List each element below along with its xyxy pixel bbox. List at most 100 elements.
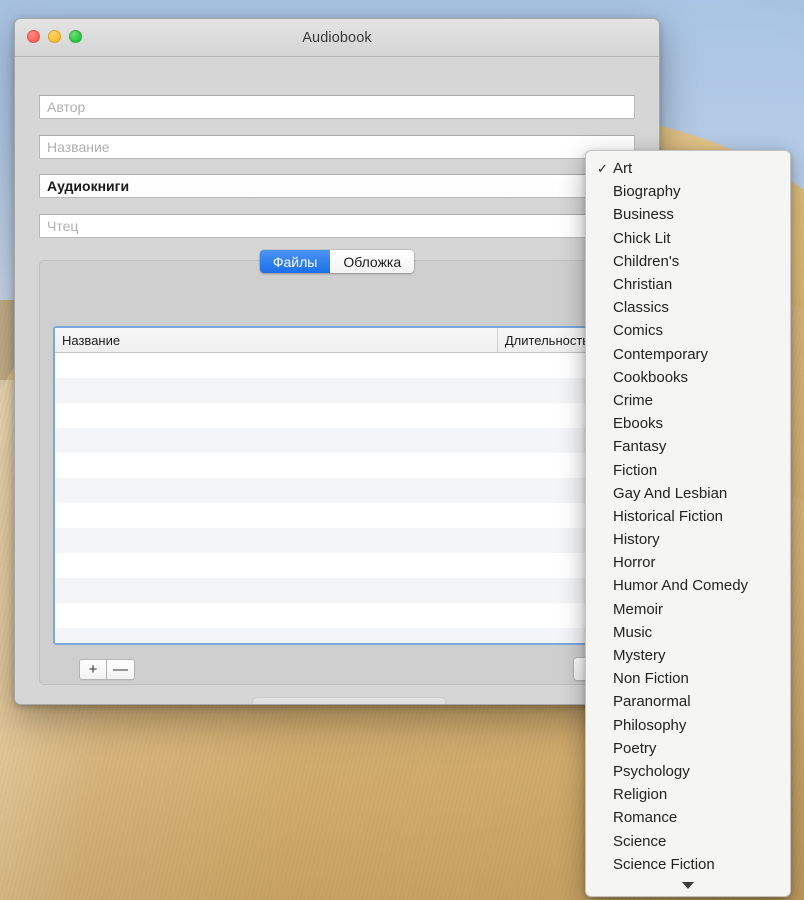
dropdown-item-label: Christian — [613, 276, 673, 294]
dropdown-item[interactable]: Horror — [586, 551, 790, 574]
table-row[interactable] — [55, 578, 619, 603]
genre-value: Аудиокниги — [47, 178, 130, 194]
dropdown-item-label: Cookbooks — [613, 368, 689, 386]
window-title: Audiobook — [302, 29, 372, 46]
dropdown-item[interactable]: Science — [586, 829, 790, 852]
zoom-button[interactable] — [69, 30, 82, 43]
dropdown-scroll-down[interactable] — [586, 876, 790, 894]
dropdown-item-label: Children's — [613, 252, 680, 270]
convert-button[interactable]: Конвертировать — [252, 697, 446, 704]
dropdown-item[interactable]: Contemporary — [586, 343, 790, 366]
dropdown-item[interactable]: ✓ Art — [586, 157, 790, 180]
dropdown-item[interactable]: Chick Lit — [586, 227, 790, 250]
table-action-buttons: + — — [79, 659, 135, 680]
dropdown-item-label: Gay And Lesbian — [613, 484, 728, 502]
dropdown-item-label: Philosophy — [613, 716, 687, 734]
dropdown-item[interactable]: Gay And Lesbian — [586, 482, 790, 505]
minimize-button[interactable] — [48, 30, 61, 43]
dropdown-item[interactable]: Ebooks — [586, 412, 790, 435]
dropdown-item[interactable]: Music — [586, 621, 790, 644]
dropdown-item-label: Art — [613, 160, 633, 178]
table-row[interactable] — [55, 478, 619, 503]
table-row[interactable] — [55, 428, 619, 453]
dropdown-item[interactable]: Children's — [586, 250, 790, 273]
dropdown-item[interactable]: Poetry — [586, 737, 790, 760]
desktop: Audiobook Автор Название Аудиокниги Чтец… — [0, 0, 804, 900]
dropdown-item-label: History — [613, 531, 660, 549]
dropdown-item[interactable]: Science Fiction — [586, 853, 790, 876]
title-bar: Audiobook — [15, 19, 659, 57]
files-table[interactable]: Название Длительность — [53, 326, 621, 645]
tab-bar: Файлы Обложка — [15, 250, 659, 273]
dropdown-item-label: Ebooks — [613, 415, 664, 433]
genre-dropdown-menu[interactable]: ✓ Art Biography Business Chick Lit Children's… — [585, 150, 791, 897]
dropdown-item[interactable]: Romance — [586, 806, 790, 829]
dropdown-item-label: Paranormal — [613, 693, 691, 711]
title-placeholder: Название — [47, 139, 110, 155]
dropdown-item[interactable]: Business — [586, 203, 790, 226]
app-window: Audiobook Автор Название Аудиокниги Чтец… — [14, 18, 660, 705]
dropdown-item[interactable]: Fiction — [586, 458, 790, 481]
dropdown-item[interactable]: Mystery — [586, 644, 790, 667]
table-row[interactable] — [55, 628, 619, 643]
close-button[interactable] — [27, 30, 40, 43]
dropdown-item-label: Mystery — [613, 647, 666, 665]
author-field[interactable]: Автор — [39, 95, 635, 119]
table-row[interactable] — [55, 403, 619, 428]
dropdown-item-label: Biography — [613, 183, 681, 201]
tab-cover[interactable]: Обложка — [330, 250, 415, 273]
dropdown-item-label: Crime — [613, 391, 653, 409]
table-row[interactable] — [55, 453, 619, 478]
dropdown-item-label: Science Fiction — [613, 855, 715, 873]
narrator-field[interactable]: Чтец — [39, 214, 635, 238]
dropdown-item-label: Science — [613, 832, 667, 850]
dropdown-item-label: Religion — [613, 786, 668, 804]
remove-file-button[interactable]: — — [107, 659, 135, 680]
dropdown-item-label: Music — [613, 623, 653, 641]
dropdown-item[interactable]: Crime — [586, 389, 790, 412]
dropdown-item[interactable]: Historical Fiction — [586, 505, 790, 528]
table-header-row: Название Длительность — [55, 328, 619, 353]
dropdown-item-label: Comics — [613, 322, 664, 340]
table-row[interactable] — [55, 353, 619, 378]
dropdown-item-label: Non Fiction — [613, 670, 689, 688]
dropdown-item[interactable]: Religion — [586, 783, 790, 806]
dropdown-item[interactable]: Memoir — [586, 598, 790, 621]
dropdown-item[interactable]: Christian — [586, 273, 790, 296]
checkmark-icon: ✓ — [597, 160, 608, 176]
narrator-placeholder: Чтец — [47, 218, 79, 234]
table-row[interactable] — [55, 553, 619, 578]
dropdown-item[interactable]: Biography — [586, 180, 790, 203]
column-header-name[interactable]: Название — [55, 328, 498, 352]
table-row[interactable] — [55, 378, 619, 403]
dropdown-item-label: Chick Lit — [613, 229, 671, 247]
genre-combobox[interactable]: Аудиокниги — [39, 174, 635, 198]
dropdown-item[interactable]: Cookbooks — [586, 366, 790, 389]
dropdown-item[interactable]: Philosophy — [586, 714, 790, 737]
add-file-button[interactable]: + — [79, 659, 107, 680]
chevron-down-icon — [682, 881, 694, 889]
dropdown-item[interactable]: Fantasy — [586, 435, 790, 458]
dropdown-item-label: Memoir — [613, 600, 664, 618]
tab-files[interactable]: Файлы — [259, 250, 331, 273]
dropdown-item[interactable]: Comics — [586, 319, 790, 342]
table-row[interactable] — [55, 603, 619, 628]
title-field[interactable]: Название — [39, 135, 635, 159]
dropdown-item[interactable]: Humor And Comedy — [586, 574, 790, 597]
dropdown-item-label: Classics — [613, 299, 669, 317]
dropdown-item-label: Psychology — [613, 762, 690, 780]
author-placeholder: Автор — [47, 99, 86, 115]
table-row[interactable] — [55, 503, 619, 528]
dropdown-item[interactable]: Paranormal — [586, 690, 790, 713]
dropdown-item-label: Historical Fiction — [613, 507, 724, 525]
dropdown-item[interactable]: Psychology — [586, 760, 790, 783]
dropdown-item-label: Romance — [613, 809, 678, 827]
dropdown-item[interactable]: Classics — [586, 296, 790, 319]
dropdown-item[interactable]: Non Fiction — [586, 667, 790, 690]
dropdown-item-label: Fantasy — [613, 438, 667, 456]
table-row[interactable] — [55, 528, 619, 553]
window-body: Автор Название Аудиокниги Чтец Файлы Обл… — [15, 57, 659, 704]
table-body — [55, 353, 619, 643]
dropdown-item[interactable]: History — [586, 528, 790, 551]
dropdown-item-label: Humor And Comedy — [613, 577, 749, 595]
